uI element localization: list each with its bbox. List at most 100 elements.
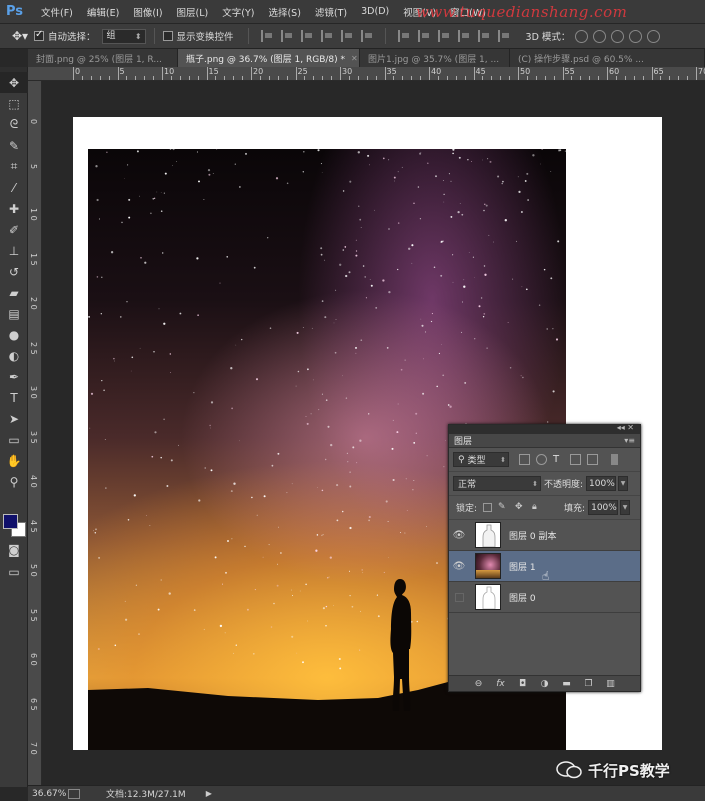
layer-thumbnail[interactable] <box>475 522 501 548</box>
layer-row-copy[interactable]: 👁︎ 图层 0 副本 <box>449 520 640 551</box>
filter-shape-icon[interactable] <box>570 454 581 465</box>
layer-thumbnail[interactable] <box>475 553 501 579</box>
auto-select-checkbox[interactable] <box>34 29 44 41</box>
filter-smart-object-icon[interactable] <box>587 454 598 465</box>
layer-name[interactable]: 图层 0 <box>509 591 536 604</box>
eraser-tool-icon[interactable]: ▰ <box>0 282 28 303</box>
pen-tool-icon[interactable]: ✒ <box>0 366 28 387</box>
menu-type[interactable]: 文字(Y) <box>215 5 261 19</box>
quick-mask-icon[interactable]: ◙ <box>0 539 28 560</box>
trash-icon[interactable]: ▥ <box>605 679 617 689</box>
eyedropper-tool-icon[interactable]: ⁄ <box>0 177 28 198</box>
distribute-vcenter-icon[interactable] <box>417 30 430 42</box>
clone-stamp-icon[interactable]: ⊥ <box>0 240 28 261</box>
status-menu-arrow-icon[interactable]: ▶ <box>206 789 212 798</box>
distribute-right-icon[interactable] <box>497 30 510 42</box>
lasso-tool-icon[interactable]: ᘓ <box>0 114 28 135</box>
dodge-tool-icon[interactable]: ◐ <box>0 345 28 366</box>
hand-tool-icon[interactable]: ✋ <box>0 450 28 471</box>
star <box>204 467 206 469</box>
healing-brush-icon[interactable]: ✚ <box>0 198 28 219</box>
align-top-icon[interactable] <box>260 30 273 42</box>
tab-bottle[interactable]: 瓶子.png @ 36.7% (图层 1, RGB/8) * ✕ <box>178 49 360 67</box>
panel-drag-bar[interactable]: ◂◂ ✕ <box>449 423 640 434</box>
adjustment-icon[interactable]: ◑ <box>539 679 551 689</box>
distribute-hcenter-icon[interactable] <box>477 30 490 42</box>
status-info-icon[interactable] <box>68 788 80 799</box>
mask-icon[interactable]: ◘ <box>517 679 529 689</box>
align-hcenter-icon[interactable] <box>340 30 353 42</box>
path-select-icon[interactable]: ➤ <box>0 408 28 429</box>
new-layer-icon[interactable]: ❐ <box>583 679 595 689</box>
layer-name[interactable]: 图层 0 副本 <box>509 529 556 542</box>
eye-icon[interactable]: 👁︎ <box>449 530 469 541</box>
collapse-icon[interactable]: ◂◂ ✕ <box>617 423 634 432</box>
foreground-color-swatch[interactable] <box>3 514 18 529</box>
crop-tool-icon[interactable]: ⌗ <box>0 156 28 177</box>
menu-3d[interactable]: 3D(D) <box>354 6 396 17</box>
tab-cover[interactable]: 封面.png @ 25% (图层 1, R... <box>28 49 178 67</box>
brush-tool-icon[interactable]: ✐ <box>0 219 28 240</box>
scale-3d-icon[interactable] <box>647 29 661 43</box>
filter-type-icon[interactable]: T <box>553 454 564 465</box>
fx-icon[interactable]: fx <box>495 679 507 689</box>
menu-edit[interactable]: 编辑(E) <box>80 5 126 19</box>
align-vcenter-icon[interactable] <box>280 30 293 42</box>
panel-menu-icon[interactable]: ▾≡ <box>624 436 635 445</box>
screen-mode-icon[interactable]: ▭ <box>0 561 28 582</box>
align-right-icon[interactable] <box>360 30 373 42</box>
menu-layer[interactable]: 图层(L) <box>170 5 216 19</box>
layer-row-base[interactable]: 图层 0 <box>449 582 640 613</box>
history-brush-icon[interactable]: ↺ <box>0 261 28 282</box>
align-left-icon[interactable] <box>320 30 333 42</box>
show-transform-checkbox[interactable] <box>162 31 173 41</box>
distribute-top-icon[interactable] <box>397 30 410 42</box>
lock-all-icon[interactable]: 🔒︎ <box>532 502 543 513</box>
opacity-slider-toggle[interactable]: ▼ <box>618 476 629 491</box>
close-icon[interactable]: ✕ <box>351 54 358 63</box>
blend-mode-dropdown[interactable]: 正常 ⬍ <box>453 476 541 491</box>
eye-icon[interactable]: 👁︎ <box>449 561 469 572</box>
auto-select-target-dropdown[interactable]: 组 <box>101 28 146 44</box>
align-bottom-icon[interactable] <box>300 30 313 42</box>
pan-3d-icon[interactable] <box>611 29 625 43</box>
fill-input[interactable]: 100% <box>588 500 619 515</box>
layer-row-selected[interactable]: 👁︎ 图层 1 ☝︎ <box>449 551 640 583</box>
zoom-tool-icon[interactable]: ⚲ <box>0 471 28 492</box>
menu-filter[interactable]: 滤镜(T) <box>308 5 354 19</box>
filter-adjustment-icon[interactable] <box>536 454 547 465</box>
gradient-tool-icon[interactable]: ▤ <box>0 303 28 324</box>
zoom-level[interactable]: 36.67% <box>28 789 68 799</box>
move-tool-preset-icon[interactable]: ✥▾ <box>6 26 34 46</box>
distribute-left-icon[interactable] <box>457 30 470 42</box>
layer-name[interactable]: 图层 1 <box>509 560 536 573</box>
menu-select[interactable]: 选择(S) <box>261 5 307 19</box>
tab-steps[interactable]: (C) 操作步骤.psd @ 60.5% ... <box>510 49 705 67</box>
filter-toggle-icon[interactable] <box>611 454 618 465</box>
shape-tool-icon[interactable]: ▭ <box>0 429 28 450</box>
menu-file[interactable]: 文件(F) <box>34 5 80 19</box>
rotate-3d-icon[interactable] <box>575 29 589 43</box>
type-tool-icon[interactable]: T <box>0 387 28 408</box>
lock-position-icon[interactable]: ✥ <box>515 502 526 513</box>
blur-tool-icon[interactable]: ● <box>0 324 28 345</box>
filter-pixel-icon[interactable] <box>519 454 530 465</box>
layer-filter-dropdown[interactable]: ⚲ 类型 ⬍ <box>453 452 509 467</box>
link-icon[interactable]: ⊖ <box>473 679 485 689</box>
marquee-tool-icon[interactable]: ⬚ <box>0 93 28 114</box>
distribute-bottom-icon[interactable] <box>437 30 450 42</box>
layer-thumbnail[interactable] <box>475 584 501 610</box>
fill-slider-toggle[interactable]: ▼ <box>620 500 631 515</box>
move-tool-icon[interactable]: ✥ <box>0 72 28 93</box>
slide-3d-icon[interactable] <box>629 29 643 43</box>
group-folder-icon[interactable]: ▬ <box>561 679 573 689</box>
lock-transparent-icon[interactable] <box>483 503 493 512</box>
layers-panel-title[interactable]: 图层 <box>454 434 472 447</box>
roll-3d-icon[interactable] <box>593 29 607 43</box>
visibility-toggle[interactable] <box>449 592 469 602</box>
opacity-input[interactable]: 100% <box>586 476 617 491</box>
lock-pixels-icon[interactable]: ✎ <box>498 502 509 513</box>
tab-image1[interactable]: 图片1.jpg @ 35.7% (图层 1, ... <box>360 49 510 67</box>
quick-select-tool-icon[interactable]: ✎ <box>0 135 28 156</box>
menu-image[interactable]: 图像(I) <box>126 5 169 19</box>
